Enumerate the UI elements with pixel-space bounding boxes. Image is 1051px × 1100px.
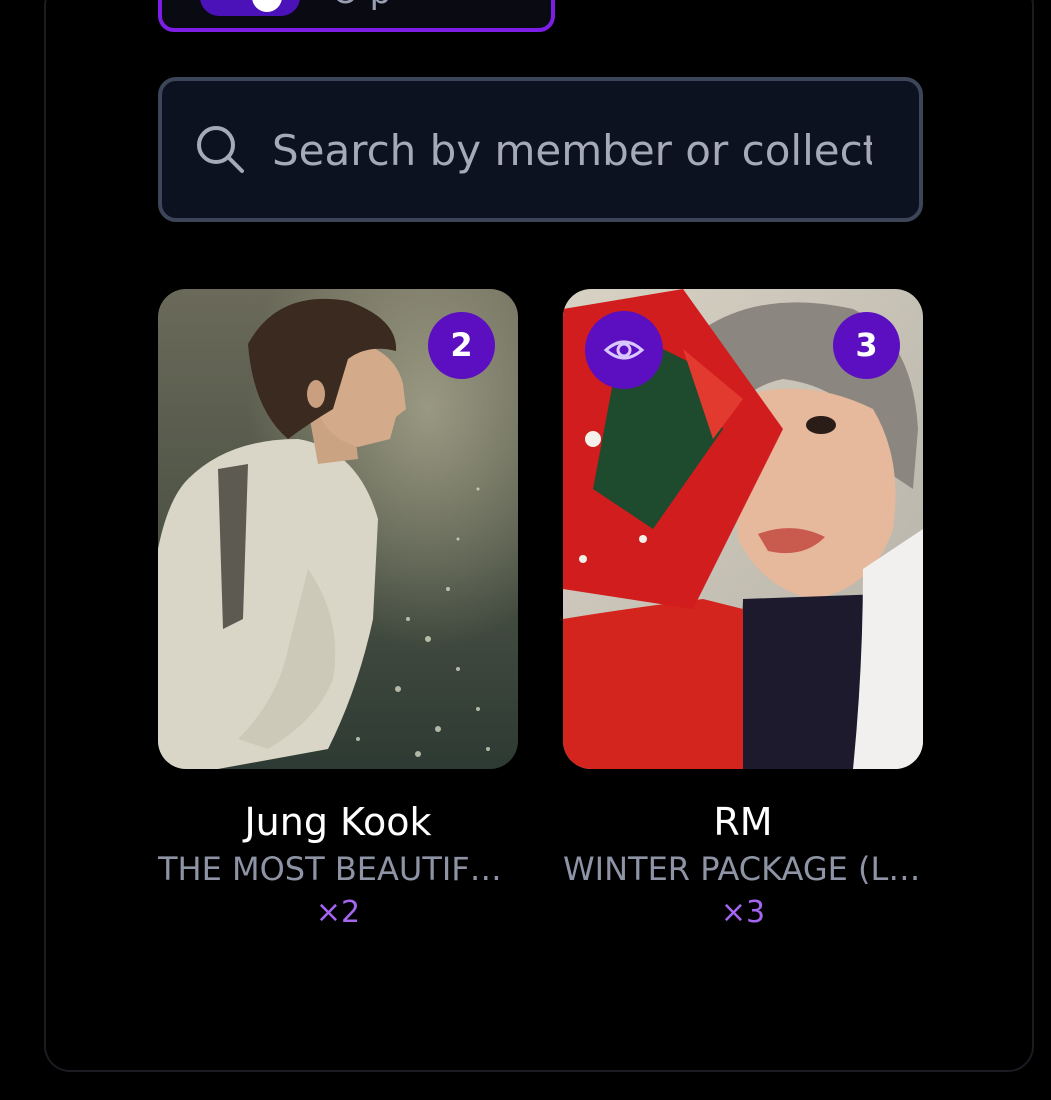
preview-button[interactable] bbox=[585, 311, 663, 389]
search-input[interactable] bbox=[272, 109, 872, 191]
quantity-label: ×3 bbox=[720, 895, 766, 930]
search-icon bbox=[197, 126, 244, 173]
member-name: Jung Kook bbox=[244, 800, 432, 844]
collection-name: WINTER PACKAGE (LE... bbox=[563, 850, 923, 888]
photocard-image[interactable]: 2 bbox=[158, 289, 518, 769]
count-badge: 3 bbox=[833, 312, 900, 379]
toggle-knob bbox=[252, 0, 282, 12]
toggle-label: O p bbox=[332, 0, 391, 14]
photocard-item[interactable]: 3 RM WINTER PACKAGE (LE... ×3 bbox=[563, 289, 923, 935]
eye-icon bbox=[603, 340, 645, 360]
photocard-image[interactable]: 3 bbox=[563, 289, 923, 769]
member-name: RM bbox=[713, 800, 773, 844]
search-box[interactable] bbox=[158, 77, 923, 222]
collection-name: THE MOST BEAUTIFUL... bbox=[158, 850, 518, 888]
count-badge: 2 bbox=[428, 312, 495, 379]
quantity-label: ×2 bbox=[315, 895, 361, 930]
toggle-switch[interactable] bbox=[200, 0, 300, 16]
photocard-item[interactable]: 2 Jung Kook THE MOST BEAUTIFUL... ×2 bbox=[158, 289, 518, 935]
filter-toggle-box[interactable]: O p bbox=[158, 0, 555, 32]
